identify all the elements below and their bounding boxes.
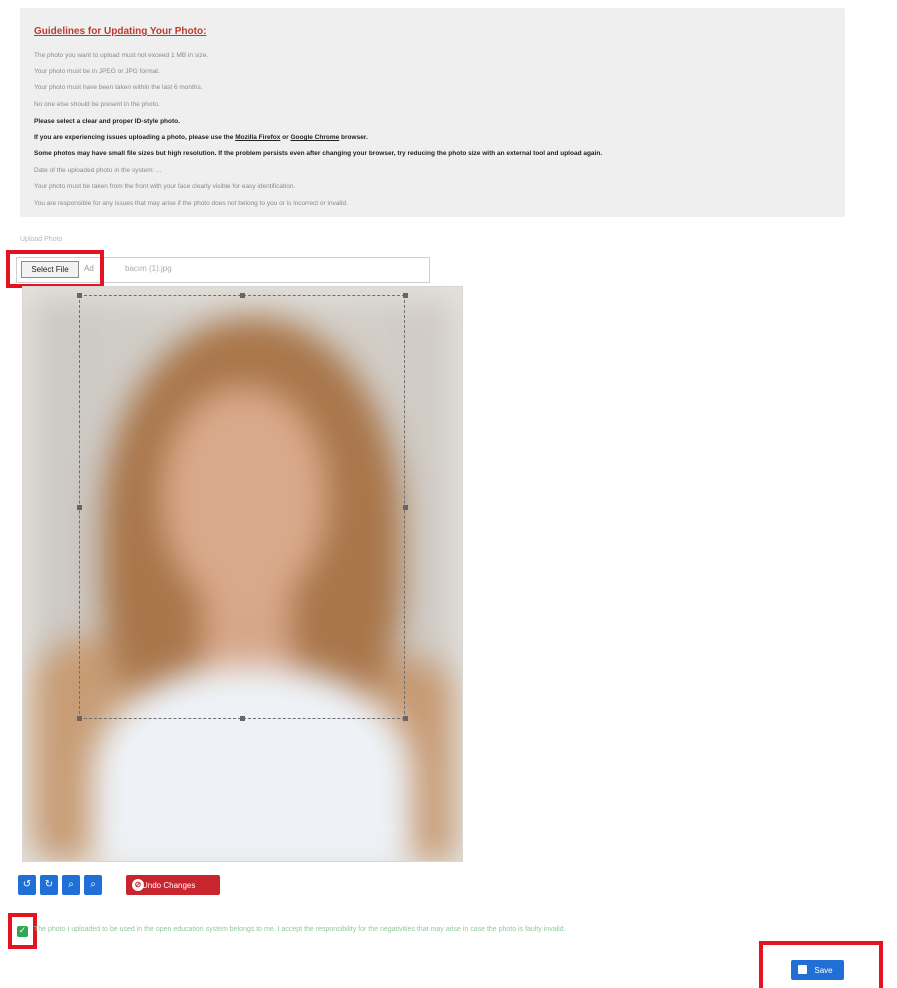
rotate-right-icon: ↻	[44, 879, 54, 890]
crop-handle-top-left[interactable]	[77, 293, 82, 298]
responsibility-note: You are responsible for any issues that …	[34, 200, 348, 207]
consent-text: The photo I uploaded to be used in the o…	[34, 926, 566, 933]
guideline-item: The photo you want to upload must not ex…	[34, 52, 209, 59]
browser-note-text: If you are experiencing issues uploading…	[34, 134, 236, 141]
zoom-in-icon: ⌕	[68, 879, 74, 890]
rotate-left-button[interactable]: ↺	[18, 875, 36, 895]
consent-checkbox-highlight	[8, 913, 37, 949]
crop-handle-top[interactable]	[240, 293, 245, 298]
firefox-link[interactable]: Mozilla Firefox	[235, 134, 280, 141]
front-note: Your photo must be taken from the front …	[34, 183, 296, 190]
guidelines-title: Guidelines for Updating Your Photo:	[34, 26, 207, 37]
rotate-right-button[interactable]: ↻	[40, 875, 58, 895]
crop-handle-right[interactable]	[403, 505, 408, 510]
crop-handle-left[interactable]	[77, 505, 82, 510]
undo-changes-label: Undo Changes	[142, 880, 196, 890]
crop-handle-bottom[interactable]	[240, 716, 245, 721]
guideline-item: Please select a clear and proper ID-styl…	[34, 118, 180, 125]
guideline-item: No one else should be present in the pho…	[34, 101, 160, 108]
selected-file-name: bacım (1).jpg	[125, 264, 172, 273]
crop-selection-box[interactable]	[79, 295, 405, 719]
guideline-item: Your photo must have been taken within t…	[34, 84, 203, 91]
guideline-item: Your photo must be in JPEG or JPG format…	[34, 68, 160, 75]
zoom-in-button[interactable]: ⌕	[62, 875, 80, 895]
zoom-out-button[interactable]: ⌕	[84, 875, 102, 895]
save-highlight	[759, 941, 883, 988]
browser-note-or: or	[280, 134, 291, 141]
upload-photo-label: Upload Photo	[20, 236, 63, 243]
ban-icon: ⊘	[132, 879, 144, 891]
select-file-highlight	[6, 250, 104, 288]
crop-handle-top-right[interactable]	[403, 293, 408, 298]
browser-note-end: browser.	[339, 134, 368, 141]
rotate-left-icon: ↺	[22, 879, 32, 890]
crop-handle-bottom-left[interactable]	[77, 716, 82, 721]
undo-changes-button[interactable]: ⊘ Undo Changes	[126, 875, 220, 895]
guidelines-panel: Guidelines for Updating Your Photo: The …	[20, 8, 845, 217]
browser-note: If you are experiencing issues uploading…	[34, 134, 368, 141]
date-note: Date of the uploaded photo in the system…	[34, 167, 162, 174]
zoom-out-icon: ⌕	[90, 879, 96, 890]
chrome-link[interactable]: Google Chrome	[290, 134, 339, 141]
crop-handle-bottom-right[interactable]	[403, 716, 408, 721]
resolution-note: Some photos may have small file sizes bu…	[34, 150, 603, 157]
